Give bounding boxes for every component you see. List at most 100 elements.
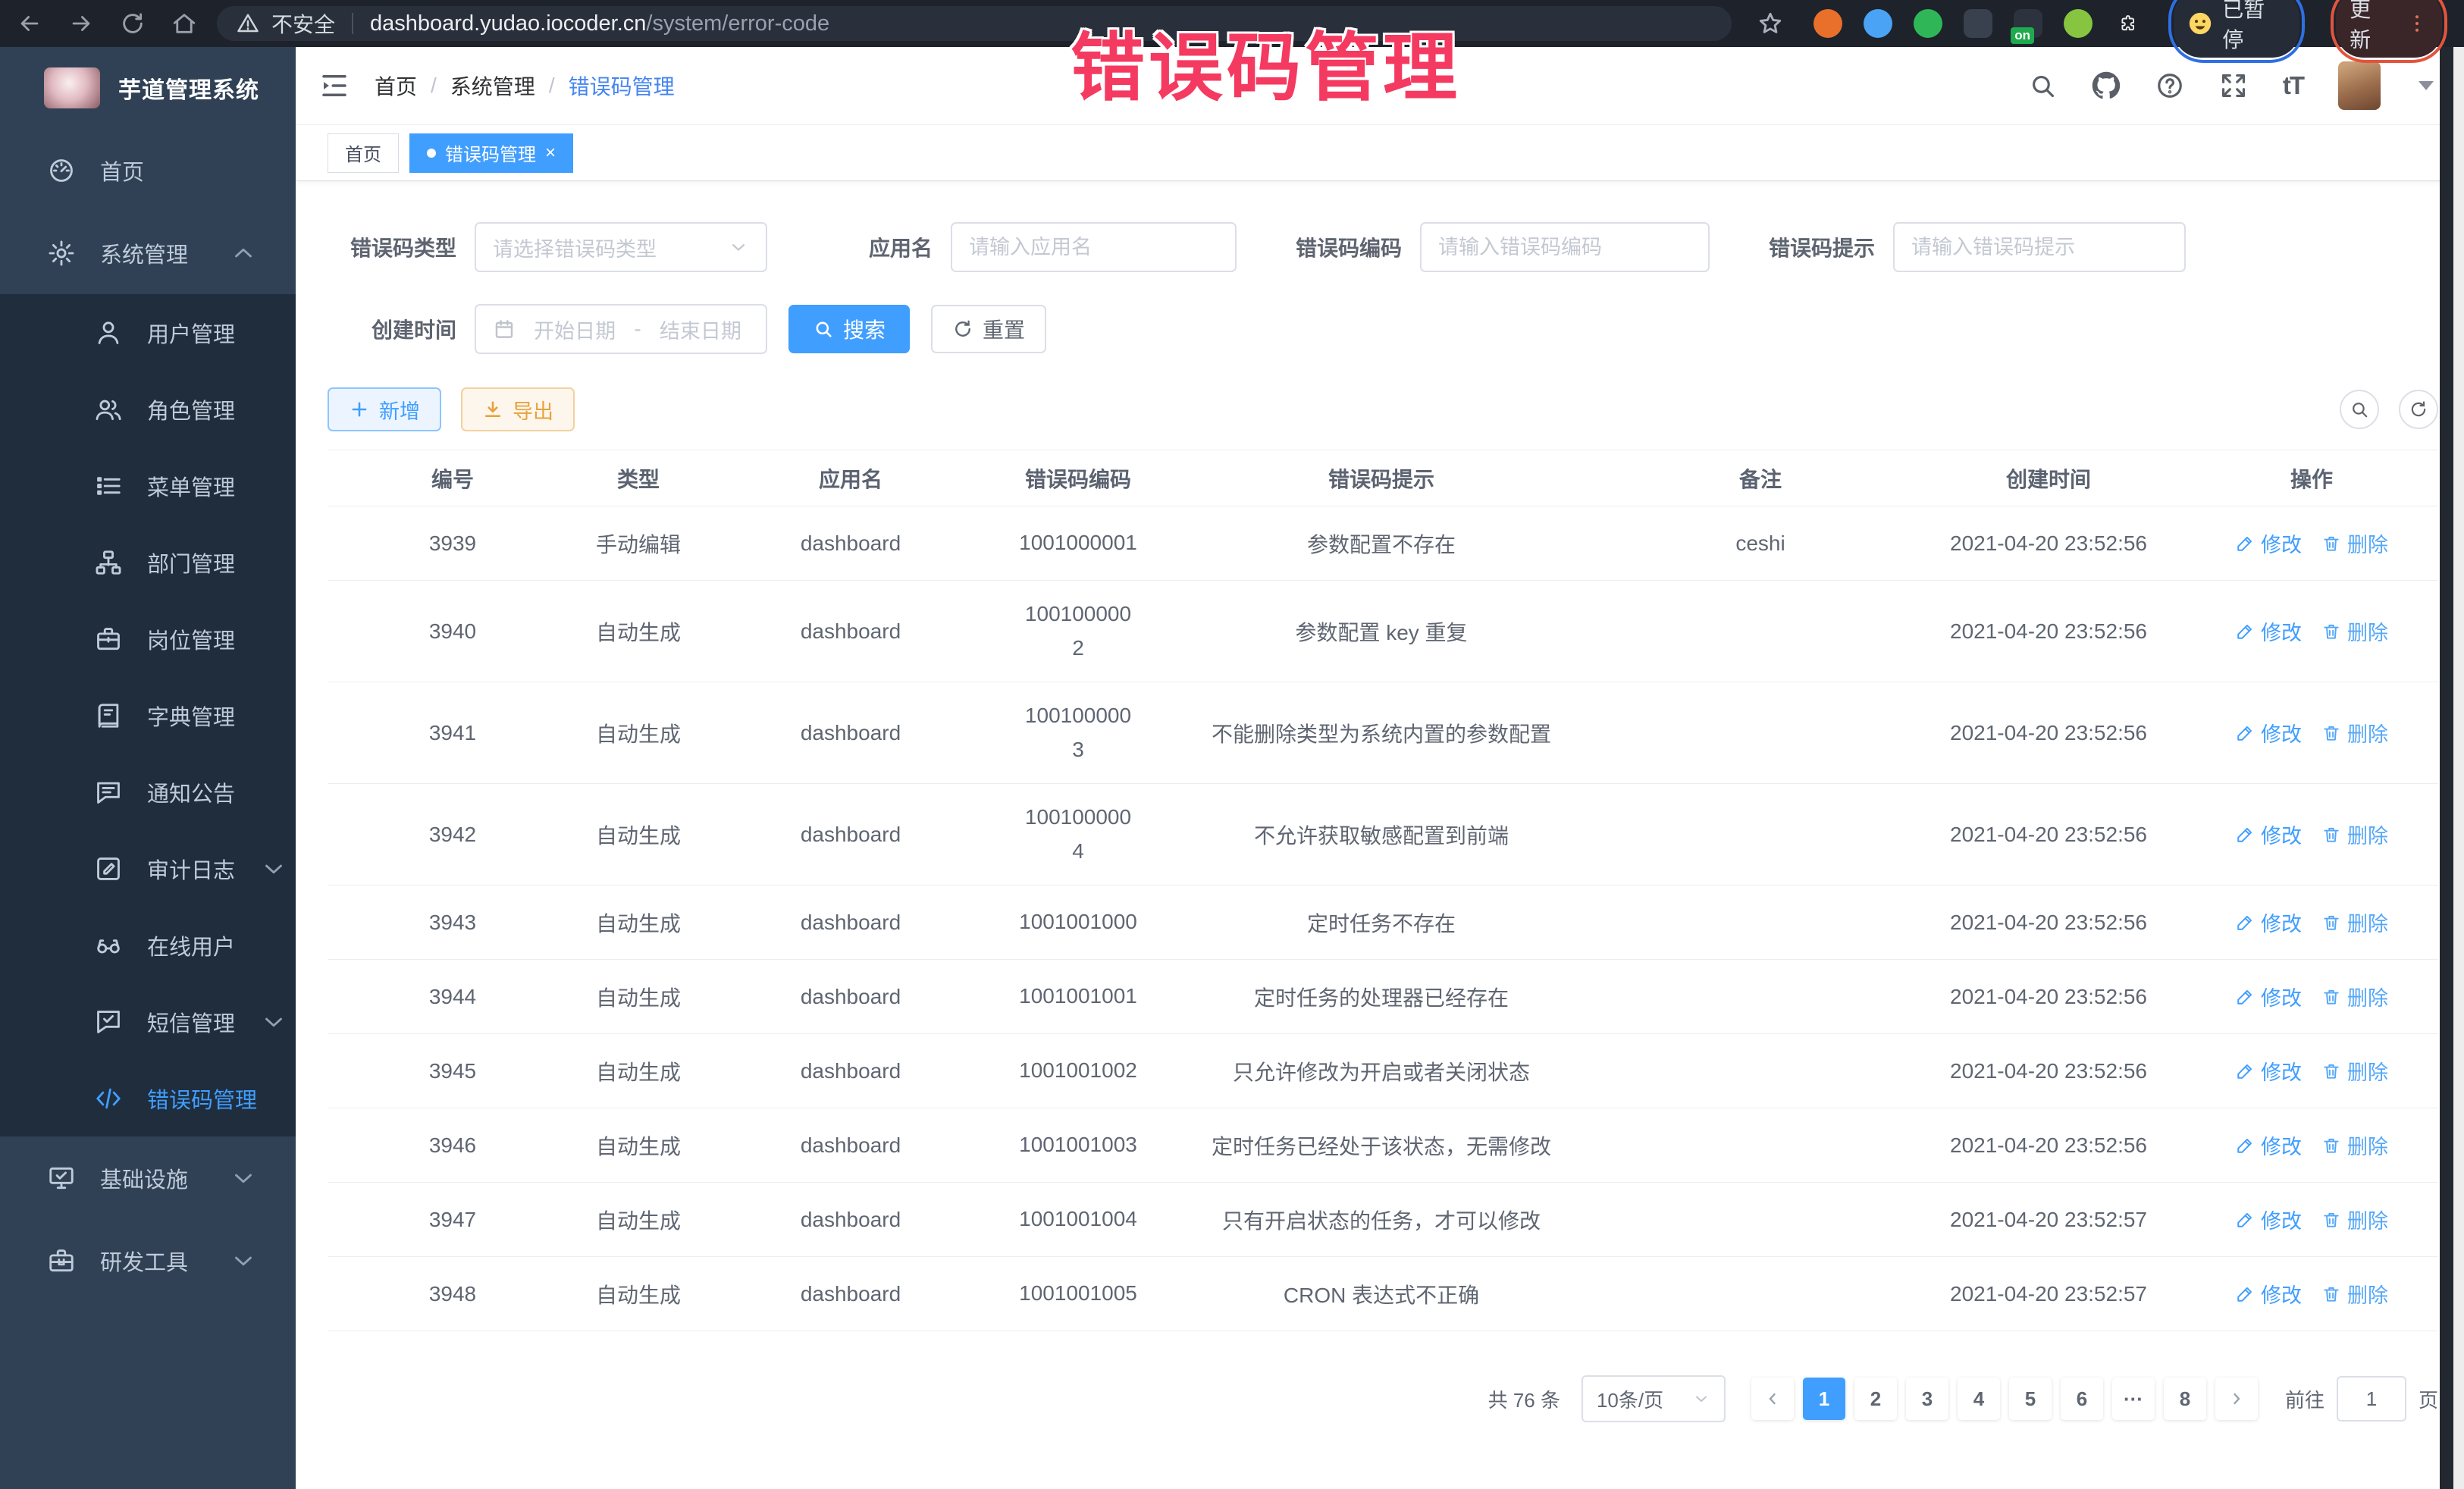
browser-reload-icon[interactable]: [120, 11, 146, 36]
delete-icon: [2321, 825, 2341, 845]
edit-link[interactable]: 修改: [2235, 528, 2302, 558]
filter-input[interactable]: [969, 236, 1218, 259]
edit-link[interactable]: 修改: [2235, 1279, 2302, 1309]
date-range-picker[interactable]: 开始日期 - 结束日期: [475, 304, 767, 354]
edit-link[interactable]: 修改: [2235, 820, 2302, 849]
ext-puzzle-icon[interactable]: [2114, 9, 2143, 38]
sidebar-item-审计日志[interactable]: 审计日志: [0, 830, 296, 907]
breadcrumb-item[interactable]: 首页: [375, 71, 417, 101]
ext-blue-gem-icon[interactable]: [1864, 9, 1892, 38]
page-button-3[interactable]: 3: [1906, 1378, 1948, 1420]
next-page-button[interactable]: [2215, 1378, 2258, 1420]
address-bar[interactable]: 不安全 dashboard.yudao.iocoder.cn/system/er…: [217, 6, 1732, 41]
sidebar-item-基础设施[interactable]: 基础设施: [0, 1136, 296, 1219]
filter-input[interactable]: [1438, 236, 1691, 259]
delete-link[interactable]: 删除: [2321, 982, 2388, 1011]
edit-link[interactable]: 修改: [2235, 1130, 2302, 1160]
filter-input-错误码提示[interactable]: [1893, 222, 2186, 272]
sidebar-item-首页[interactable]: 首页: [0, 129, 296, 212]
edit-link[interactable]: 修改: [2235, 718, 2302, 748]
delete-link[interactable]: 删除: [2321, 1056, 2388, 1086]
page-button-5[interactable]: 5: [2009, 1378, 2052, 1420]
security-label[interactable]: 不安全: [271, 8, 335, 39]
chevron-up-icon: [229, 239, 258, 268]
filter-input[interactable]: [1911, 236, 2168, 259]
search-icon[interactable]: [2028, 71, 2057, 100]
show-search-button[interactable]: [2340, 390, 2379, 429]
bookmark-star-icon[interactable]: [1757, 11, 1783, 36]
reset-button[interactable]: 重置: [931, 305, 1046, 353]
hamburger-icon[interactable]: [318, 70, 350, 102]
fullscreen-icon[interactable]: [2219, 71, 2248, 100]
delete-link[interactable]: 删除: [2321, 1205, 2388, 1234]
sidebar-item-通知公告[interactable]: 通知公告: [0, 754, 296, 830]
page-size-select[interactable]: 10条/页: [1582, 1375, 1726, 1422]
page-button-8[interactable]: 8: [2164, 1378, 2206, 1420]
search-button[interactable]: 搜索: [788, 305, 910, 353]
delete-link[interactable]: 删除: [2321, 718, 2388, 748]
prev-page-button[interactable]: [1751, 1378, 1794, 1420]
sidebar-item-用户管理[interactable]: 用户管理: [0, 294, 296, 371]
ext-green-check-icon[interactable]: [1914, 9, 1942, 38]
breadcrumb-item[interactable]: 系统管理: [450, 71, 535, 101]
tab-首页[interactable]: 首页: [328, 133, 399, 173]
sidebar-item-菜单管理[interactable]: 菜单管理: [0, 447, 296, 524]
page-ellipsis[interactable]: ···: [2112, 1378, 2155, 1420]
filter-input-应用名[interactable]: [951, 222, 1237, 272]
delete-link[interactable]: 删除: [2321, 820, 2388, 849]
browser-update-button[interactable]: 更新: [2336, 0, 2442, 58]
sidebar-item-在线用户[interactable]: 在线用户: [0, 907, 296, 983]
ext-switch-icon[interactable]: on: [2014, 9, 2042, 38]
create-time-label: 创建时间: [328, 314, 456, 344]
page-button-1[interactable]: 1: [1803, 1378, 1845, 1420]
delete-link[interactable]: 删除: [2321, 528, 2388, 558]
delete-link[interactable]: 删除: [2321, 616, 2388, 646]
delete-link[interactable]: 删除: [2321, 1279, 2388, 1309]
browser-home-icon[interactable]: [171, 11, 197, 36]
ext-orange-circle-icon[interactable]: [1814, 9, 1842, 38]
browser-menu-dots-icon[interactable]: [2406, 12, 2428, 35]
breadcrumb-item[interactable]: 错误码管理: [569, 71, 675, 101]
ext-grid-icon[interactable]: [1964, 9, 1992, 38]
filter-input-错误码编码[interactable]: [1420, 222, 1710, 272]
sidebar-item-系统管理[interactable]: 系统管理: [0, 212, 296, 294]
export-button[interactable]: 导出: [461, 387, 575, 431]
delete-link[interactable]: 删除: [2321, 1130, 2388, 1160]
window-scrollbar[interactable]: [2440, 47, 2453, 1489]
page-button-6[interactable]: 6: [2061, 1378, 2103, 1420]
sidebar-item-短信管理[interactable]: 短信管理: [0, 983, 296, 1060]
page-button-2[interactable]: 2: [1854, 1378, 1897, 1420]
sidebar-item-研发工具[interactable]: 研发工具: [0, 1219, 296, 1302]
paused-extension-pill[interactable]: 已暂停: [2174, 0, 2299, 58]
edit-link[interactable]: 修改: [2235, 908, 2302, 937]
sidebar-item-岗位管理[interactable]: 岗位管理: [0, 600, 296, 677]
github-icon[interactable]: [2092, 71, 2121, 100]
sidebar-item-label: 错误码管理: [147, 1083, 257, 1114]
edit-link[interactable]: 修改: [2235, 616, 2302, 646]
add-button[interactable]: 新增: [328, 387, 441, 431]
page-button-4[interactable]: 4: [1958, 1378, 2000, 1420]
sidebar-item-字典管理[interactable]: 字典管理: [0, 677, 296, 754]
browser-forward-icon[interactable]: [68, 11, 94, 36]
help-icon[interactable]: [2155, 71, 2184, 100]
sidebar-item-label: 研发工具: [100, 1245, 188, 1277]
cell-code: 1001001002: [1002, 1054, 1154, 1088]
close-tab-icon[interactable]: ×: [545, 144, 556, 162]
user-avatar[interactable]: [2338, 61, 2381, 110]
delete-link[interactable]: 删除: [2321, 908, 2388, 937]
refresh-table-button[interactable]: [2399, 390, 2438, 429]
browser-back-icon[interactable]: [17, 11, 42, 36]
sidebar-item-错误码管理[interactable]: 错误码管理: [0, 1060, 296, 1136]
edit-link[interactable]: 修改: [2235, 1056, 2302, 1086]
sidebar-item-角色管理[interactable]: 角色管理: [0, 371, 296, 447]
tab-错误码管理[interactable]: 错误码管理×: [409, 133, 573, 173]
app-logo-row: 芋道管理系统: [0, 47, 296, 129]
sidebar-item-部门管理[interactable]: 部门管理: [0, 524, 296, 600]
edit-link[interactable]: 修改: [2235, 1205, 2302, 1234]
goto-page-input[interactable]: [2337, 1376, 2406, 1422]
ext-green-key-icon[interactable]: [2064, 9, 2093, 38]
edit-link[interactable]: 修改: [2235, 982, 2302, 1011]
font-size-icon[interactable]: tT: [2283, 71, 2303, 100]
error-type-select[interactable]: 请选择错误码类型: [475, 222, 767, 272]
avatar-caret-icon[interactable]: [2419, 81, 2434, 90]
